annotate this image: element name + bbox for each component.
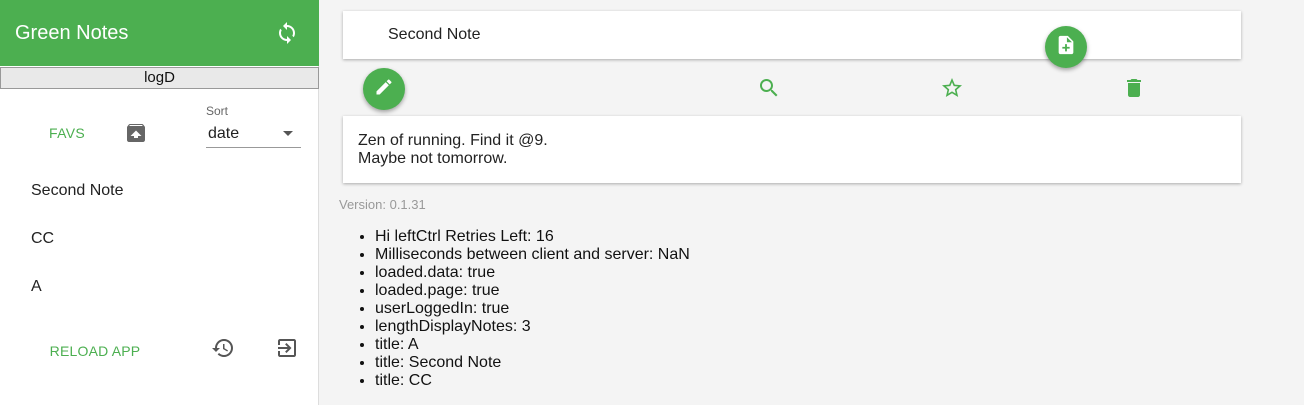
list-item: title: CC <box>375 372 690 390</box>
note-title-card: Second Note <box>343 11 1241 68</box>
list-item: title: Second Note <box>375 354 690 372</box>
sidebar: Green Notes logD FAVS Sort date Second N… <box>0 0 319 405</box>
history-icon[interactable] <box>211 336 235 360</box>
app-header: Green Notes <box>0 0 319 66</box>
sort-select[interactable]: Sort date <box>206 104 301 148</box>
trash-icon[interactable] <box>1122 76 1146 100</box>
list-item[interactable]: Second Note <box>0 167 319 215</box>
list-item: loaded.data: true <box>375 264 690 282</box>
version-label: Version: 0.1.31 <box>339 197 426 212</box>
sort-value: date <box>208 125 240 142</box>
archive-icon[interactable] <box>124 121 148 145</box>
app-title: Green Notes <box>15 21 129 44</box>
note-add-icon <box>1055 34 1077 61</box>
chevron-down-icon <box>283 131 293 136</box>
list-item: title: A <box>375 336 690 354</box>
list-item: loaded.page: true <box>375 282 690 300</box>
sync-icon[interactable] <box>275 21 299 45</box>
list-item: lengthDisplayNotes: 3 <box>375 318 690 336</box>
note-content[interactable]: Zen of running. Find it @9. Maybe not to… <box>343 116 1241 183</box>
note-list: Second Note CC A <box>0 167 319 311</box>
note-title[interactable]: Second Note <box>388 26 481 44</box>
favs-button[interactable]: FAVS <box>34 118 100 148</box>
note-content-line: Zen of running. Find it @9. <box>358 132 548 149</box>
note-content-line: Maybe not tomorrow. <box>358 150 508 167</box>
search-icon[interactable] <box>757 76 781 100</box>
list-item: Milliseconds between client and server: … <box>375 246 690 264</box>
logout-icon[interactable] <box>275 336 299 360</box>
pencil-icon <box>374 77 394 102</box>
main-panel: Second Note Zen of running. Find it @9. … <box>320 0 1304 405</box>
edit-note-button[interactable] <box>363 68 405 110</box>
sort-label: Sort <box>206 104 229 118</box>
star-outline-icon[interactable] <box>940 76 964 100</box>
add-note-button[interactable] <box>1045 26 1087 68</box>
list-item: Hi leftCtrl Retries Left: 16 <box>375 228 690 246</box>
reload-app-button[interactable]: RELOAD APP <box>36 336 154 366</box>
debug-info-list: Hi leftCtrl Retries Left: 16 Millisecond… <box>375 228 690 390</box>
username-bar: logD <box>0 67 319 89</box>
list-item[interactable]: CC <box>0 215 319 263</box>
list-item: userLoggedIn: true <box>375 300 690 318</box>
list-item[interactable]: A <box>0 263 319 311</box>
